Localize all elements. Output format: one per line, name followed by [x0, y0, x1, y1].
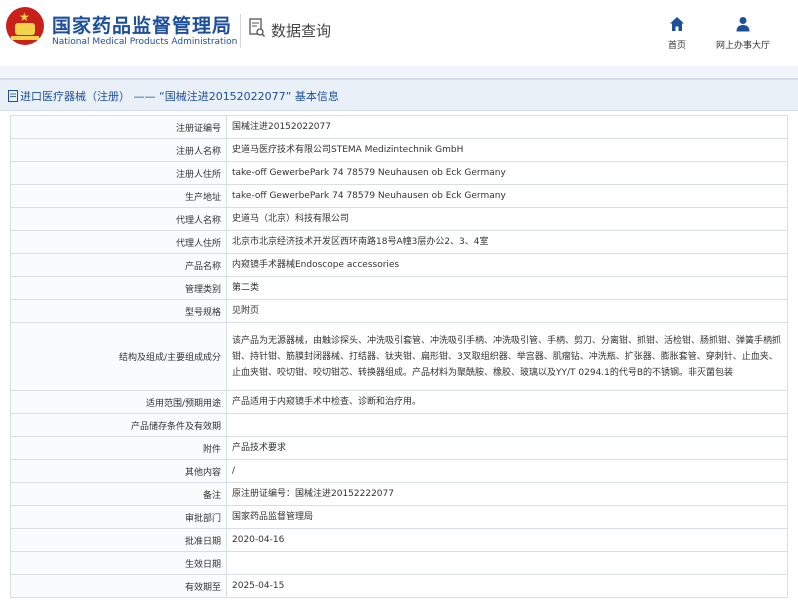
header-divider: [240, 14, 241, 48]
field-label: 注册证编号: [10, 115, 227, 139]
field-label: 结构及组成/主要组成成分: [10, 322, 227, 391]
table-row: 代理人住所 北京市北京经济技术开发区西环南路18号A幢3层办公2、3、4室: [10, 230, 788, 254]
field-label: 注册人住所: [10, 161, 227, 185]
field-value: [226, 551, 788, 575]
field-value: 第二类: [226, 276, 788, 300]
field-value: 国家药品监督管理局: [226, 505, 788, 529]
home-icon: [670, 17, 684, 31]
document-icon: [8, 90, 18, 102]
field-label: 适用范围/预期用途: [10, 390, 227, 414]
field-value: 内窥镜手术器械Endoscope accessories: [226, 253, 788, 277]
table-row: 型号规格 见附页: [10, 299, 788, 323]
field-value: 产品技术要求: [226, 436, 788, 460]
field-value: 2025-04-15: [226, 574, 788, 598]
field-label: 管理类别: [10, 276, 227, 300]
site-title: 国家药品监督管理局: [52, 15, 233, 37]
breadcrumb-bar: 进口医疗器械（注册） —— “国械注进20152022077” 基本信息: [0, 78, 798, 111]
field-value: /: [226, 459, 788, 483]
table-row: 其他内容 /: [10, 459, 788, 483]
field-value: take-off GewerbePark 74 78579 Neuhausen …: [226, 184, 788, 208]
field-label: 批准日期: [10, 528, 227, 552]
table-row: 附件 产品技术要求: [10, 436, 788, 460]
detail-table: 注册证编号 国械注进20152022077 注册人名称 史道马医疗技术有限公司STEM…: [10, 115, 788, 598]
table-row: 注册人住所 take-off GewerbePark 74 78579 Neuha…: [10, 161, 788, 185]
field-label: 有效期至: [10, 574, 227, 598]
emblem-logo: ★: [6, 7, 44, 45]
nav-online-office-link[interactable]: 网上办事大厅: [712, 10, 774, 51]
field-label: 产品名称: [10, 253, 227, 277]
table-row: 生效日期: [10, 551, 788, 575]
nav-home-label: 首页: [667, 41, 686, 51]
breadcrumb: 进口医疗器械（注册） —— “国械注进20152022077” 基本信息: [8, 88, 339, 104]
table-row: 适用范围/预期用途 产品适用于内窥镜手术中检查、诊断和治疗用。: [10, 390, 788, 414]
field-value: 2020-04-16: [226, 528, 788, 552]
nav-home-link[interactable]: 首页: [660, 10, 694, 51]
field-label: 型号规格: [10, 299, 227, 323]
field-label: 附件: [10, 436, 227, 460]
document-search-icon: [249, 18, 265, 38]
breadcrumb-text: 进口医疗器械（注册） —— “国械注进20152022077” 基本信息: [20, 90, 339, 103]
field-label: 产品储存条件及有效期: [10, 413, 227, 437]
field-value: 国械注进20152022077: [226, 115, 788, 139]
field-value: 该产品为无源器械，由触诊探头、冲洗吸引套管、冲洗吸引手柄、冲洗吸引管、手柄、剪刀…: [226, 322, 788, 391]
field-label: 注册人名称: [10, 138, 227, 162]
table-row: 注册证编号 国械注进20152022077: [10, 115, 788, 139]
table-row: 代理人名称 史道马（北京）科技有限公司: [10, 207, 788, 231]
site-subtitle: National Medical Products Administration: [52, 37, 238, 47]
field-value: 史道马医疗技术有限公司STEMA Medizintechnik GmbH: [226, 138, 788, 162]
table-row: 有效期至 2025-04-15: [10, 574, 788, 598]
field-value: 北京市北京经济技术开发区西环南路18号A幢3层办公2、3、4室: [226, 230, 788, 254]
field-label: 备注: [10, 482, 227, 506]
table-row: 结构及组成/主要组成成分 该产品为无源器械，由触诊探头、冲洗吸引套管、冲洗吸引手柄…: [10, 322, 788, 391]
table-row: 产品名称 内窥镜手术器械Endoscope accessories: [10, 253, 788, 277]
table-row: 审批部门 国家药品监督管理局: [10, 505, 788, 529]
field-value: take-off GewerbePark 74 78579 Neuhausen …: [226, 161, 788, 185]
field-label: 代理人住所: [10, 230, 227, 254]
field-label: 代理人名称: [10, 207, 227, 231]
user-icon: [736, 17, 750, 32]
table-row: 批准日期 2020-04-16: [10, 528, 788, 552]
field-label: 生效日期: [10, 551, 227, 575]
table-row: 备注 原注册证编号：国械注进20152222077: [10, 482, 788, 506]
table-row: 注册人名称 史道马医疗技术有限公司STEMA Medizintechnik Gmb…: [10, 138, 788, 162]
field-value: 史道马（北京）科技有限公司: [226, 207, 788, 231]
header-band: [0, 66, 798, 78]
field-value: [226, 413, 788, 437]
field-label: 审批部门: [10, 505, 227, 529]
table-row: 生产地址 take-off GewerbePark 74 78579 Neuhau…: [10, 184, 788, 208]
field-value: 见附页: [226, 299, 788, 323]
table-row: 管理类别 第二类: [10, 276, 788, 300]
field-value: 产品适用于内窥镜手术中检查、诊断和治疗用。: [226, 390, 788, 414]
nav-office-label: 网上办事大厅: [715, 41, 770, 51]
data-query-label: 数据查询: [271, 22, 332, 40]
site-header: ★ 国家药品监督管理局 National Medical Products Ad…: [0, 0, 798, 66]
field-label: 生产地址: [10, 184, 227, 208]
field-label: 其他内容: [10, 459, 227, 483]
field-value: 原注册证编号：国械注进20152222077: [226, 482, 788, 506]
table-row: 产品储存条件及有效期: [10, 413, 788, 437]
